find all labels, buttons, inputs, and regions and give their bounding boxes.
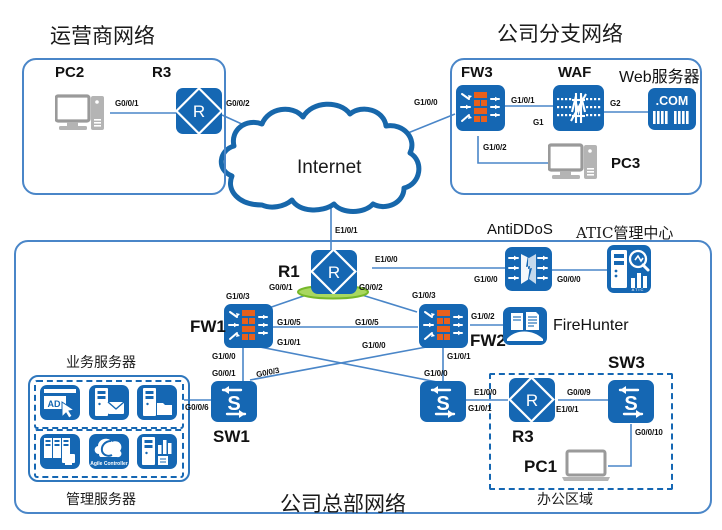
sw3-label: SW3: [608, 353, 645, 372]
ad-server-icon[interactable]: AD: [40, 385, 80, 420]
svg-text:S: S: [436, 393, 449, 415]
pc2-label: PC2: [55, 64, 85, 81]
port-sw1-up1: G0/0/1: [212, 369, 236, 378]
svg-text:R: R: [193, 102, 205, 121]
port-pc2-r3: G0/0/1: [115, 99, 139, 108]
title-mgmt-servers: 管理服务器: [66, 492, 136, 508]
port-fw1-up: G1/0/3: [226, 292, 250, 301]
port-antiddos-out: G0/0/0: [557, 275, 581, 284]
port-fw3-waf: G1/0/1: [511, 96, 535, 105]
port-fw3-pc3: G1/0/2: [483, 143, 507, 152]
title-antiddos: AntiDDoS: [487, 221, 553, 238]
r1-device[interactable]: R: [310, 248, 357, 295]
web-server-device[interactable]: .COM: [648, 88, 696, 130]
port-fw2-cross: G1/0/0: [362, 341, 386, 350]
waf-device[interactable]: [553, 85, 604, 131]
port-r1-fw2: G0/0/2: [359, 283, 383, 292]
internet-label: Internet: [297, 157, 362, 178]
title-atic: ATIC管理中心: [576, 224, 674, 242]
atic-device[interactable]: ATIC: [607, 245, 651, 293]
port-fw1-sw1: G1/0/0: [212, 352, 236, 361]
fw3-device[interactable]: [456, 85, 505, 131]
agile-controller-icon[interactable]: Agile Controller: [89, 434, 129, 469]
title-hq-network: 公司总部网络: [280, 492, 406, 516]
pc1-label: PC1: [524, 457, 558, 476]
port-r3-cloud: G0/0/2: [226, 99, 250, 108]
port-fw2-up: G1/0/3: [412, 291, 436, 300]
r1-label: R1: [278, 262, 300, 281]
svg-text:Agile Controller: Agile Controller: [90, 461, 128, 467]
web-server-label: Web服务器: [619, 69, 700, 86]
fw1-label: FW1: [190, 317, 226, 336]
svg-text:R: R: [526, 391, 538, 410]
pc3-icon[interactable]: [547, 143, 603, 188]
port-sw1-servers: G0/0/6: [185, 403, 209, 412]
fw2-label: FW2: [470, 331, 506, 350]
port-r1-fw1: G0/0/1: [269, 283, 293, 292]
firehunter-label: FireHunter: [553, 317, 629, 334]
antiddos-device[interactable]: [505, 247, 552, 291]
port-r3o-sw3: E1/0/1: [556, 405, 579, 414]
svg-text:ATIC: ATIC: [632, 287, 645, 292]
port-sw3-r3: G0/0/9: [567, 388, 591, 397]
port-fw1-fw2-left: G1/0/5: [277, 318, 301, 327]
title-carrier-network: 运营商网络: [50, 24, 155, 48]
port-fw1-fw2-right: G1/0/5: [355, 318, 379, 327]
sw1-device[interactable]: S: [211, 381, 257, 422]
port-r1-cloud: E1/0/1: [335, 226, 358, 235]
port-r3o-sw2: E1/0/0: [474, 388, 497, 397]
port-sw2-up: G1/0/0: [424, 369, 448, 378]
port-r1-antiddos: E1/0/0: [375, 255, 398, 264]
port-waf-g1: G1: [533, 118, 544, 127]
port-waf-g2: G2: [610, 99, 621, 108]
port-sw2-r3: G1/0/1: [468, 404, 492, 413]
svg-text:AD: AD: [48, 399, 61, 409]
port-fw2-sw2: G1/0/1: [447, 352, 471, 361]
sw1-label: SW1: [213, 427, 250, 446]
waf-label: WAF: [558, 64, 592, 81]
svg-text:S: S: [227, 393, 240, 415]
fw2-device[interactable]: [419, 304, 468, 348]
svg-text:R: R: [328, 263, 340, 282]
title-branch-network: 公司分支网络: [497, 22, 623, 46]
firehunter-device[interactable]: [503, 307, 547, 345]
port-sw3-pc1: G0/0/10: [635, 428, 663, 437]
server-cluster-icon[interactable]: [40, 434, 80, 469]
r3-office-device[interactable]: R: [508, 376, 555, 423]
pc1-icon[interactable]: [560, 449, 612, 490]
svg-text:S: S: [624, 393, 637, 415]
sw2-device[interactable]: S: [420, 381, 466, 422]
sw3-device[interactable]: S: [608, 380, 654, 423]
r3-carrier-label: R3: [152, 64, 172, 81]
port-antiddos-in: G1/0/0: [474, 275, 498, 284]
svg-text:.COM: .COM: [656, 94, 689, 108]
pc3-label: PC3: [611, 155, 641, 172]
file-server-icon[interactable]: [137, 385, 177, 420]
r3-carrier-device[interactable]: R: [174, 86, 224, 136]
port-fw3-cloud: G1/0/0: [414, 98, 438, 107]
title-business-servers: 业务服务器: [66, 355, 136, 371]
fw3-label: FW3: [461, 64, 493, 81]
report-server-icon[interactable]: [137, 434, 177, 469]
port-fw1-cross: G1/0/1: [277, 338, 301, 347]
port-fw2-firehunter: G1/0/2: [471, 312, 495, 321]
network-topology-diagram: 运营商网络 公司分支网络 公司总部网络 业务服务器 管理服务器 办公区域 Ant…: [0, 0, 722, 530]
r3-office-label: R3: [512, 427, 534, 446]
fw1-device[interactable]: [224, 304, 273, 348]
pc2-icon[interactable]: [54, 94, 110, 139]
title-office-area: 办公区域: [537, 492, 593, 508]
mail-server-icon[interactable]: [89, 385, 129, 420]
